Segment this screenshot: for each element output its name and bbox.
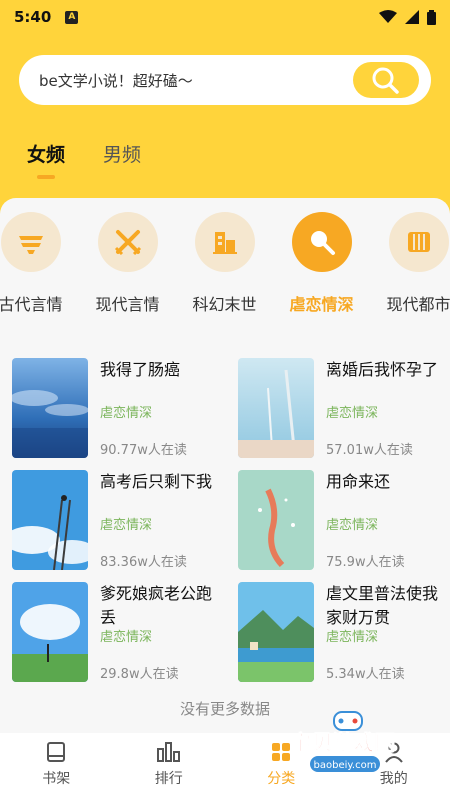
search-button[interactable] — [353, 62, 419, 98]
category-row: 古代言情 现代言情 科幻末世 虐恋情深 现代都市 — [0, 212, 450, 315]
tab-male[interactable]: 男频 — [103, 140, 141, 179]
book-readers: 83.36w人在读 — [100, 555, 187, 570]
search-bar[interactable]: be文学小说！超好磕～ — [19, 55, 431, 105]
magnifier-icon — [291, 212, 352, 272]
book-card[interactable]: 虐文里普法使我家财万贯 虐恋情深 5.34w人在读 — [238, 582, 448, 684]
book-readers: 75.9w人在读 — [326, 555, 405, 570]
wifi-icon — [379, 10, 397, 23]
book-title[interactable]: 用命来还 — [326, 470, 448, 494]
category-modern-romance[interactable]: 现代言情 — [79, 212, 176, 315]
status-icons — [379, 9, 436, 25]
building-icon — [194, 212, 255, 272]
book-cover[interactable] — [238, 358, 314, 458]
book-title[interactable]: 我得了肠癌 — [100, 358, 222, 382]
category-label: 古代言情 — [0, 295, 63, 314]
book-title[interactable]: 虐文里普法使我家财万贯 — [326, 582, 448, 630]
nav-ranking[interactable]: 排行 — [113, 733, 226, 800]
gender-tabs: 女频 男频 — [27, 140, 141, 179]
tab-female[interactable]: 女频 — [27, 140, 65, 179]
svg-text:宝贝游戏网: 宝贝游戏网 — [291, 731, 396, 755]
book-tag: 虐恋情深 — [100, 518, 153, 533]
status-time: 5:40 — [14, 8, 52, 26]
content-panel: 古代言情 现代言情 科幻末世 虐恋情深 现代都市 我得了肠癌 虐恋情深 90.7… — [0, 198, 450, 733]
book-tag: 虐恋情深 — [100, 630, 153, 645]
scroll-icon — [388, 212, 449, 272]
book-tag: 虐恋情深 — [100, 406, 153, 421]
search-icon — [372, 67, 399, 94]
status-bar: 5:40 A — [0, 0, 450, 34]
bar-chart-icon — [156, 742, 180, 762]
nav-bookshelf[interactable]: 书架 — [0, 733, 113, 800]
book-readers: 90.77w人在读 — [100, 443, 187, 458]
book-title[interactable]: 离婚后我怀孕了 — [326, 358, 448, 382]
search-input[interactable]: be文学小说！超好磕～ — [39, 70, 193, 91]
book-cover[interactable] — [238, 470, 314, 570]
book-cover[interactable] — [238, 582, 314, 682]
category-angst-romance[interactable]: 虐恋情深 — [273, 212, 370, 315]
book-card[interactable]: 爹死娘疯老公跑丢 虐恋情深 29.8w人在读 — [12, 582, 222, 684]
nav-label: 书架 — [42, 771, 71, 787]
book-card[interactable]: 我得了肠癌 虐恋情深 90.77w人在读 — [12, 358, 222, 460]
book-card[interactable]: 高考后只剩下我 虐恋情深 83.36w人在读 — [12, 470, 222, 572]
book-readers: 57.01w人在读 — [326, 443, 413, 458]
book-icon — [47, 742, 66, 762]
category-ancient-romance[interactable]: 古代言情 — [0, 212, 79, 315]
category-label: 科幻末世 — [192, 295, 257, 314]
a-notification-icon: A — [65, 10, 79, 24]
book-card[interactable]: 离婚后我怀孕了 虐恋情深 57.01w人在读 — [238, 358, 448, 460]
book-cover[interactable] — [12, 470, 88, 570]
book-readers: 29.8w人在读 — [100, 667, 179, 682]
watermark-logo: 宝贝游戏网 baobeiy.com — [268, 710, 418, 778]
svg-text:baobeiy.com: baobeiy.com — [314, 760, 377, 771]
category-modern-urban[interactable]: 现代都市 — [370, 212, 450, 315]
fan-icon — [0, 212, 61, 272]
category-label: 现代都市 — [386, 295, 450, 314]
book-tag: 虐恋情深 — [326, 630, 379, 645]
book-title[interactable]: 高考后只剩下我 — [100, 470, 222, 494]
book-title[interactable]: 爹死娘疯老公跑丢 — [100, 582, 222, 630]
category-label: 现代言情 — [95, 295, 160, 314]
category-scifi-apocalypse[interactable]: 科幻末世 — [176, 212, 273, 315]
book-card[interactable]: 用命来还 虐恋情深 75.9w人在读 — [238, 470, 448, 572]
swords-icon — [97, 212, 158, 272]
book-readers: 5.34w人在读 — [326, 667, 405, 682]
book-tag: 虐恋情深 — [326, 518, 379, 533]
category-label: 虐恋情深 — [289, 295, 354, 314]
signal-icon — [405, 10, 419, 24]
nav-label: 排行 — [154, 771, 183, 787]
book-tag: 虐恋情深 — [326, 406, 379, 421]
book-cover[interactable] — [12, 358, 88, 458]
book-cover[interactable] — [12, 582, 88, 682]
battery-icon — [427, 9, 436, 25]
